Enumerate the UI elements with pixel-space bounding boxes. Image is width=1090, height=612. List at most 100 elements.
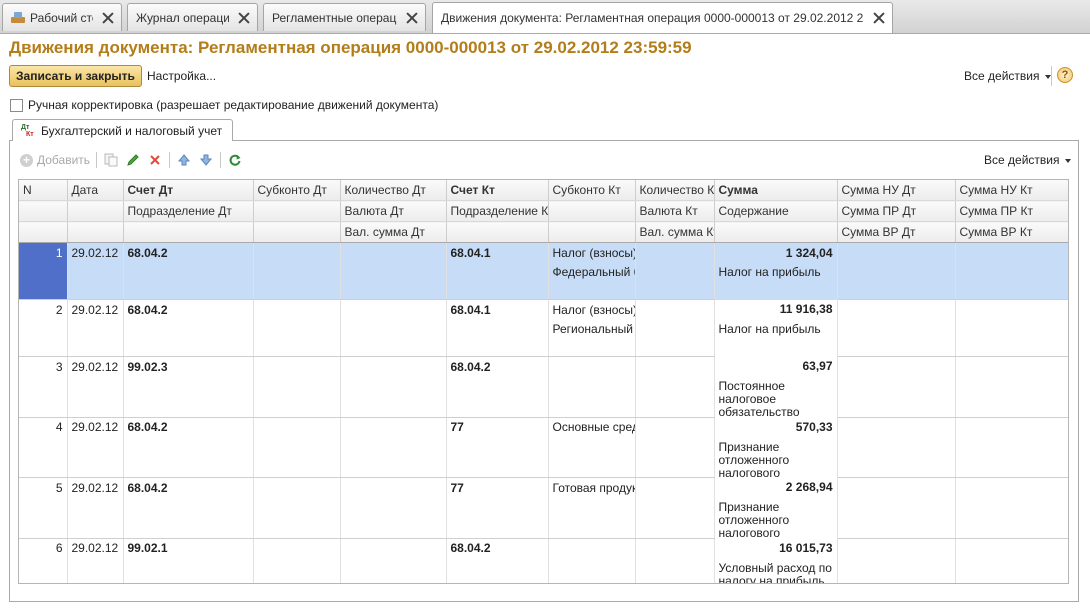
row-sum: 16 015,73 (714, 538, 838, 558)
row-sum: 2 268,94 (714, 477, 838, 497)
table-row[interactable]: 2 29.02.12 68.04.2 68.04.1 Налог (взносы) 11 … (19, 299, 1068, 319)
refresh-icon[interactable] (227, 152, 243, 168)
close-icon[interactable] (872, 11, 886, 25)
row-content: Постоянное налоговое обязательство (714, 376, 838, 417)
col-division-dt[interactable]: Подразделение Дт (123, 200, 254, 222)
tab-operations-journal[interactable]: Журнал операций (127, 3, 258, 31)
edit-icon[interactable] (125, 152, 141, 168)
table-body: 1 29.02.12 68.04.2 68.04.1 Налог (взносы) 1 3… (19, 242, 1068, 583)
table-row-line3[interactable] (19, 517, 1068, 539)
row-account-kt: 68.04.2 (446, 356, 549, 376)
tab-accounting[interactable]: Дт Кт Бухгалтерский и налоговый учет (12, 119, 234, 141)
table-row-line2[interactable]: Признание отложенного налогового (19, 436, 1068, 478)
col-subconto-dt[interactable]: Субконто Дт (253, 180, 341, 201)
col-currency-kt[interactable]: Валюта Кт (635, 200, 715, 222)
settings-link[interactable]: Настройка... (147, 69, 216, 83)
col-sum-nu-kt[interactable]: Сумма НУ Кт (955, 180, 1068, 201)
tab-label: Бухгалтерский и налоговый учет (41, 123, 223, 138)
col-cur-sum-dt[interactable]: Вал. сумма Дт (340, 221, 447, 243)
col-sum[interactable]: Сумма (714, 180, 838, 201)
table-row-line3[interactable] (19, 457, 1068, 479)
toolbar-divider (96, 152, 98, 168)
copy-icon[interactable] (103, 152, 119, 168)
toolbar-divider (220, 152, 222, 168)
table-row-line2[interactable]: Региональный Налог на прибыль (19, 319, 1068, 357)
accounting-panel: + Добавить Все действия N Дата Счет Дт С… (9, 140, 1079, 602)
row-subconto-kt-2: Региональный (548, 319, 636, 338)
col-sum-pr-dt[interactable]: Сумма ПР Дт (837, 200, 956, 222)
close-icon[interactable] (405, 11, 419, 25)
manual-correction-checkbox[interactable] (10, 98, 23, 112)
table-row-line3[interactable] (19, 338, 1068, 357)
row-subconto-kt-2: Федеральный бюджет (548, 262, 636, 281)
all-actions-menu[interactable]: Все действия (964, 69, 1052, 83)
col-sum-vr-kt[interactable]: Сумма ВР Кт (955, 221, 1068, 243)
row-number: 1 (19, 242, 68, 262)
row-content: Налог на прибыль (714, 319, 838, 357)
col-sum-pr-kt[interactable]: Сумма ПР Кт (955, 200, 1068, 222)
tab-label: Журнал операций (136, 10, 229, 25)
table-row[interactable]: 429.02.1268.04.2 77Основные средства 570,3… (19, 417, 1068, 437)
row-number: 5 (19, 477, 68, 497)
col-sum-nu-dt[interactable]: Сумма НУ Дт (837, 180, 956, 201)
delete-icon[interactable] (147, 152, 163, 168)
add-button[interactable]: + Добавить (20, 153, 90, 167)
row-subconto-kt-1: Готовая продукция (548, 477, 636, 497)
tab-label: Регламентные операции (272, 10, 397, 25)
row-subconto-kt-1: Основные средства (548, 417, 636, 437)
row-date: 29.02.12 (67, 538, 124, 558)
table-row-line2[interactable]: Признание отложенного налогового (19, 497, 1068, 538)
row-date: 29.02.12 (67, 242, 124, 262)
table-row-line2[interactable]: Условный расход по налогу на прибыль (19, 557, 1068, 583)
row-sum: 570,33 (714, 417, 838, 437)
movements-table: N Дата Счет Дт Субконто Дт Количество Дт… (18, 179, 1069, 584)
col-quantity-dt[interactable]: Количество Дт (340, 180, 447, 201)
row-content: Признание отложенного налогового (714, 436, 838, 478)
table-row-line2[interactable]: Постоянное налоговое обязательство (19, 376, 1068, 417)
table-row[interactable]: 3 29.02.12 99.02.3 68.04.2 63,97 (19, 356, 1068, 376)
table-header: N Дата Счет Дт Субконто Дт Количество Дт… (19, 180, 1068, 243)
row-subconto-kt-2 (548, 376, 636, 397)
col-cur-sum-kt[interactable]: Вал. сумма Кт (635, 221, 715, 243)
toolbar-divider (169, 152, 171, 168)
col-division-kt[interactable]: Подразделение Кт (446, 200, 549, 222)
window-tab-bar: Рабочий стол Журнал операций Регламентны… (0, 0, 1090, 34)
table-row-line3[interactable] (19, 576, 1068, 583)
row-subconto-kt-2 (548, 497, 636, 518)
row-number: 6 (19, 538, 68, 558)
grid-all-actions-menu[interactable]: Все действия (984, 153, 1072, 167)
row-subconto-kt-1 (548, 356, 636, 376)
row-date: 29.02.12 (67, 299, 124, 319)
col-date[interactable]: Дата (67, 180, 124, 201)
toolbar-divider (1051, 66, 1052, 86)
row-account-dt: 68.04.2 (123, 299, 254, 319)
tab-desktop[interactable]: Рабочий стол (2, 3, 122, 31)
table-row-line3[interactable] (19, 396, 1068, 418)
page-title: Движения документа: Регламентная операци… (9, 38, 692, 57)
move-up-icon[interactable] (176, 152, 192, 168)
close-icon[interactable] (237, 11, 251, 25)
help-button[interactable]: ? (1057, 67, 1073, 83)
col-n[interactable]: N (19, 180, 68, 201)
table-row[interactable]: 529.02.1268.04.2 77Готовая продукция 2 268… (19, 477, 1068, 497)
col-sum-vr-dt[interactable]: Сумма ВР Дт (837, 221, 956, 243)
col-subconto-kt[interactable]: Субконто Кт (548, 180, 636, 201)
row-date: 29.02.12 (67, 356, 124, 376)
table-row-line3[interactable] (19, 281, 1068, 300)
move-down-icon[interactable] (198, 152, 214, 168)
col-account-kt[interactable]: Счет Кт (446, 180, 549, 201)
col-account-dt[interactable]: Счет Дт (123, 180, 254, 201)
table-row[interactable]: 6 29.02.12 99.02.1 68.04.2 16 015,73 (19, 538, 1068, 558)
close-icon[interactable] (101, 11, 115, 25)
row-subconto-kt-1: Налог (взносы) (548, 242, 636, 262)
col-content[interactable]: Содержание (714, 200, 838, 222)
table-row[interactable]: 1 29.02.12 68.04.2 68.04.1 Налог (взносы) 1 3… (19, 242, 1068, 262)
tab-scheduled-operations[interactable]: Регламентные операции (263, 3, 426, 31)
manual-correction-row[interactable]: Ручная корректировка (разрешает редактир… (10, 98, 438, 112)
tab-label: Движения документа: Регламентная операци… (441, 11, 864, 25)
tab-document-movements[interactable]: Движения документа: Регламентная операци… (432, 2, 893, 33)
save-and-close-button[interactable]: Записать и закрыть (9, 65, 142, 87)
col-currency-dt[interactable]: Валюта Дт (340, 200, 447, 222)
col-quantity-kt[interactable]: Количество Кт (635, 180, 715, 201)
table-row-line2[interactable]: Федеральный бюджет Налог на прибыль (19, 262, 1068, 300)
